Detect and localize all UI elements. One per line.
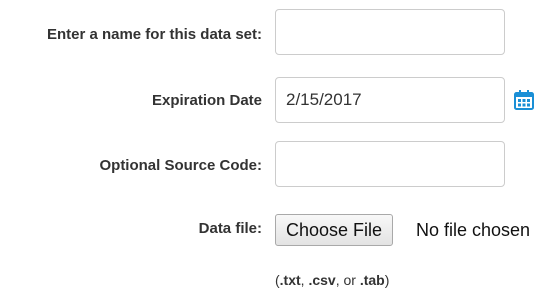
dataset-name-input[interactable] — [275, 9, 505, 55]
file-status-text: No file chosen — [416, 220, 531, 240]
source-code-label: Optional Source Code: — [99, 157, 262, 174]
hint-ext-txt: .txt — [279, 272, 301, 288]
source-code-input[interactable] — [275, 141, 505, 187]
hint-ext-tab: .tab — [359, 272, 385, 288]
calendar-icon[interactable] — [513, 89, 535, 111]
hint-sep-2: , or — [335, 272, 360, 288]
expiration-date-label: Expiration Date — [151, 92, 262, 109]
data-file-label: Data file: — [198, 220, 262, 237]
expiration-date-input[interactable] — [275, 77, 505, 123]
hint-close: ) — [384, 272, 390, 288]
dataset-name-label: Enter a name for this data set: — [46, 26, 262, 43]
file-type-hint: (.txt, .csv, or .tab) — [275, 272, 389, 289]
choose-file-button[interactable]: Choose File — [275, 214, 394, 246]
hint-ext-csv: .csv — [308, 272, 336, 288]
